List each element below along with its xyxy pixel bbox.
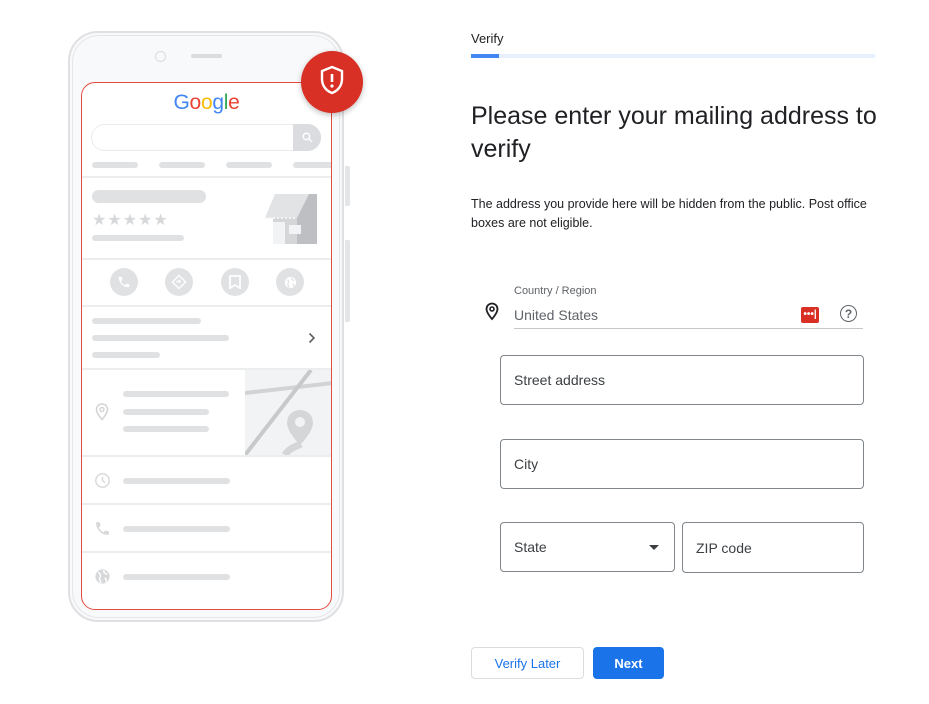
directions-icon <box>165 268 193 296</box>
progress-bar <box>471 54 875 58</box>
country-label: Country / Region <box>514 285 597 297</box>
placeholder-bar <box>92 335 229 341</box>
location-pin-icon <box>95 403 109 426</box>
shield-alert-icon <box>319 65 345 100</box>
phone-side-button <box>345 166 350 206</box>
placeholder-bar <box>159 162 205 168</box>
progress-fill <box>471 54 500 58</box>
location-pin-icon <box>485 302 499 326</box>
street-address-field[interactable] <box>500 355 864 405</box>
clock-icon <box>94 472 111 494</box>
phone-speaker <box>191 54 222 58</box>
zip-code-input[interactable] <box>683 539 863 556</box>
storefront-icon <box>265 192 321 249</box>
phone-icon <box>110 268 138 296</box>
city-input[interactable] <box>501 456 863 472</box>
description-text: The address you provide here will be hid… <box>471 197 867 230</box>
bookmark-icon <box>221 268 249 296</box>
placeholder-bar <box>92 162 138 168</box>
divider <box>82 455 331 457</box>
alert-badge <box>301 51 363 113</box>
placeholder-bar <box>123 478 230 484</box>
dropdown-caret-icon <box>649 544 659 550</box>
logo-letter: e <box>228 91 240 114</box>
globe-icon <box>94 568 111 590</box>
divider <box>82 176 331 178</box>
placeholder-bar <box>123 409 209 415</box>
globe-icon <box>276 268 304 296</box>
city-field[interactable] <box>500 439 864 489</box>
state-placeholder: State <box>514 539 547 555</box>
placeholder-bar <box>92 190 206 203</box>
placeholder-bar <box>123 391 229 397</box>
placeholder-bar <box>123 574 230 580</box>
placeholder-bar <box>123 426 209 432</box>
step-label: Verify <box>471 31 504 46</box>
country-underline <box>514 328 863 329</box>
logo-letter: g <box>212 91 224 114</box>
divider <box>82 258 331 260</box>
placeholder-bar <box>123 526 230 532</box>
zip-code-field[interactable] <box>682 522 864 573</box>
chevron-right-icon <box>308 331 316 349</box>
help-icon[interactable]: ? <box>840 305 857 322</box>
placeholder-bar <box>226 162 272 168</box>
logo-letter: o <box>189 91 202 114</box>
next-button[interactable]: Next <box>593 647 664 679</box>
divider <box>82 305 331 307</box>
phone-icon <box>94 520 111 542</box>
phone-screen: Google ★★★★★ <box>81 82 332 610</box>
placeholder-bar <box>92 352 160 358</box>
placeholder-bar <box>293 162 331 168</box>
phone-camera <box>155 51 166 62</box>
placeholder-bar <box>92 318 201 324</box>
rating-stars: ★★★★★ <box>92 212 169 229</box>
map-thumbnail <box>245 370 331 455</box>
phone-side-button <box>345 240 350 322</box>
page-title: Please enter your mailing address to ver… <box>471 102 877 163</box>
country-select[interactable]: United States <box>514 307 598 323</box>
placeholder-bar <box>92 235 184 241</box>
street-address-input[interactable] <box>501 372 863 388</box>
logo-letter: o <box>200 91 213 114</box>
logo-letter: G <box>173 91 190 114</box>
search-icon <box>293 124 321 151</box>
password-manager-icon[interactable]: •••| <box>801 307 819 323</box>
google-logo: Google <box>82 91 331 115</box>
verify-later-button[interactable]: Verify Later <box>471 647 584 679</box>
state-dropdown[interactable]: State <box>500 522 675 572</box>
mock-search-bar <box>91 124 321 151</box>
divider <box>82 503 331 505</box>
divider <box>82 551 331 553</box>
